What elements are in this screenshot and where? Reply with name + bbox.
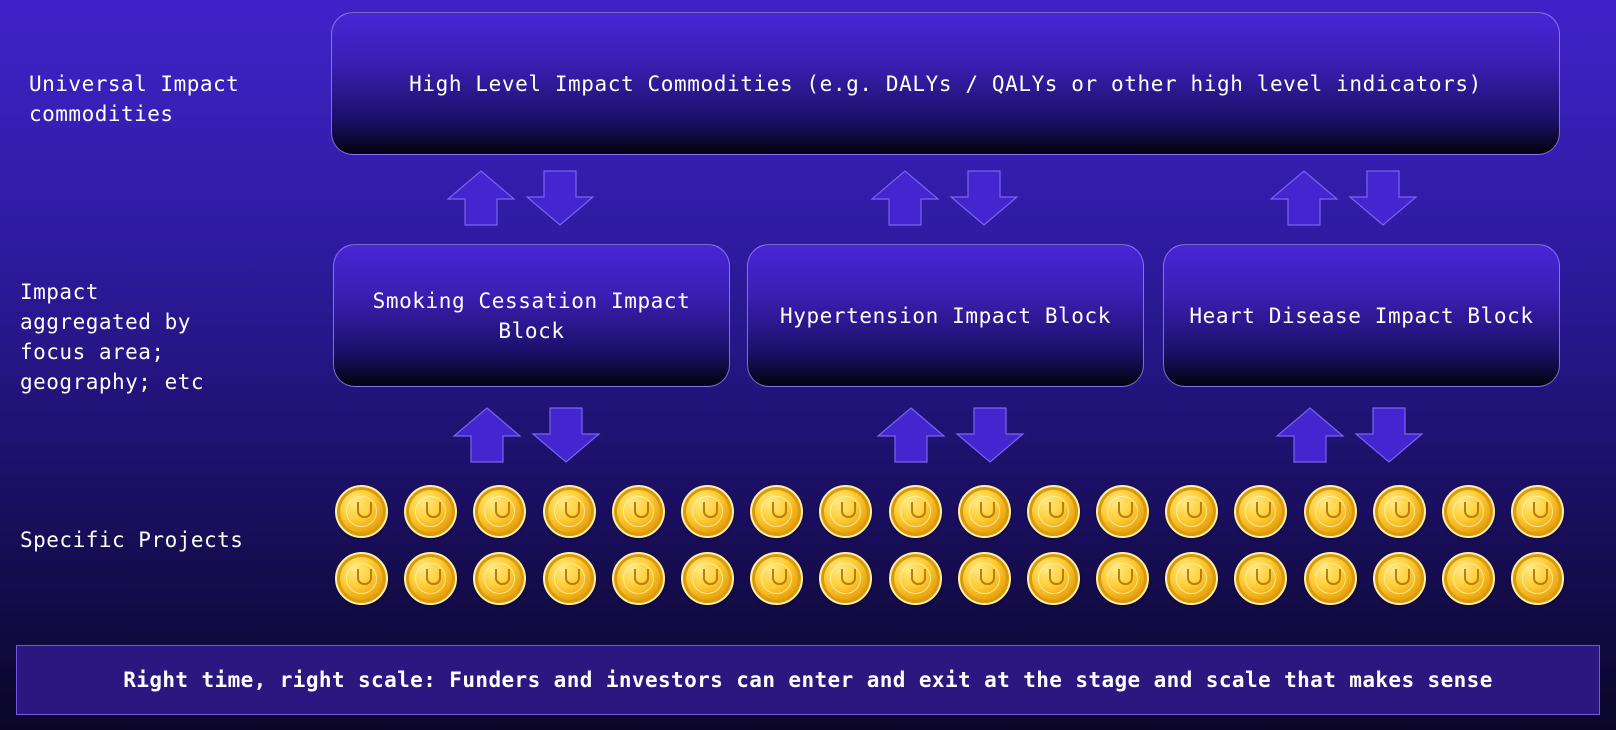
arrow-up-icon-lower-left xyxy=(452,407,522,463)
coin-icon xyxy=(680,552,734,605)
coin-icon xyxy=(1511,552,1565,605)
coin-icon xyxy=(888,552,942,605)
coin-icon xyxy=(1165,485,1219,538)
arrow-down-icon-upper-left xyxy=(525,170,595,226)
coin-icon xyxy=(542,552,596,605)
coin-icon xyxy=(888,485,942,538)
coin-icon xyxy=(1165,552,1219,605)
coin-icon xyxy=(542,485,596,538)
coin-icon xyxy=(1234,485,1288,538)
coin-icon xyxy=(473,485,527,538)
coin-icon xyxy=(750,552,804,605)
arrow-up-icon-upper-right xyxy=(1269,170,1339,226)
coin-icon xyxy=(1026,485,1080,538)
arrow-up-icon-lower-middle xyxy=(876,407,946,463)
arrow-up-icon-upper-middle xyxy=(870,170,940,226)
coin-icon xyxy=(473,552,527,605)
coin-icon xyxy=(1234,552,1288,605)
coin-icon xyxy=(819,485,873,538)
coin-icon xyxy=(1442,485,1495,538)
coin-icon xyxy=(750,485,804,538)
coin-icon xyxy=(1442,552,1495,605)
coin-icon xyxy=(819,552,873,605)
coin-icon xyxy=(957,485,1011,538)
coin-icon xyxy=(1372,552,1426,605)
coin-icon xyxy=(957,552,1011,605)
footer-banner-text: Right time, right scale: Funders and inv… xyxy=(123,668,1493,692)
coin-icon xyxy=(1372,485,1426,538)
arrow-up-icon-lower-right xyxy=(1275,407,1345,463)
coin-icon xyxy=(335,485,388,538)
arrow-down-icon-lower-middle xyxy=(955,407,1025,463)
arrow-up-icon-upper-left xyxy=(446,170,516,226)
arrow-down-icon-lower-right xyxy=(1354,407,1424,463)
coin-icon xyxy=(335,552,388,605)
footer-banner: Right time, right scale: Funders and inv… xyxy=(16,645,1600,715)
coin-icon xyxy=(611,485,665,538)
flow-arrows xyxy=(446,170,1424,463)
coin-icon xyxy=(1511,485,1565,538)
coin-icon xyxy=(1096,552,1150,605)
coin-icon xyxy=(1026,552,1080,605)
coin-icon xyxy=(1096,485,1150,538)
coin-icon xyxy=(404,485,458,538)
arrow-down-icon-upper-middle xyxy=(949,170,1019,226)
coin-icon xyxy=(1303,552,1357,605)
arrow-down-icon-upper-right xyxy=(1348,170,1418,226)
coin-icon xyxy=(1303,485,1357,538)
project-coins-grid xyxy=(335,485,1565,605)
coin-icon xyxy=(680,485,734,538)
coin-icon xyxy=(611,552,665,605)
coin-icon xyxy=(404,552,458,605)
arrow-down-icon-lower-left xyxy=(531,407,601,463)
